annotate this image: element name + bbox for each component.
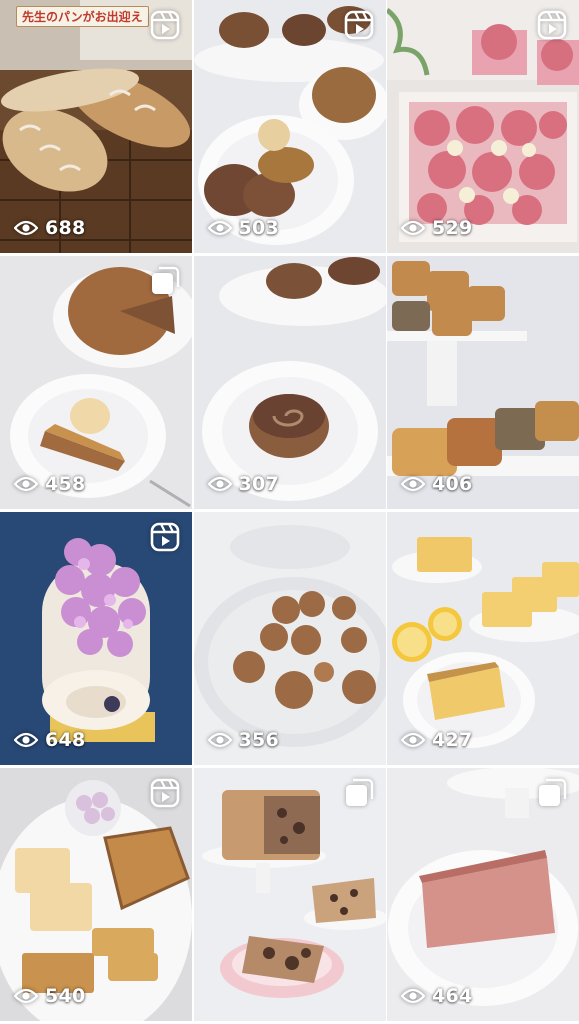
view-count: 427 <box>401 729 473 751</box>
eye-icon <box>14 732 38 748</box>
post-tile-10[interactable]: 540 <box>0 768 192 1021</box>
view-count-value: 356 <box>238 729 280 751</box>
post-image <box>193 512 386 765</box>
post-tile-1[interactable]: 先生のパンがお出迎え 688 <box>0 0 192 253</box>
reel-icon <box>537 10 567 40</box>
view-count-value: 307 <box>238 473 280 495</box>
view-count-value: 503 <box>238 217 280 239</box>
eye-icon <box>207 220 232 236</box>
post-tile-5[interactable]: 307 <box>193 256 386 509</box>
post-tile-8[interactable]: 356 <box>193 512 386 765</box>
eye-icon <box>401 732 425 748</box>
view-count-value: 458 <box>45 473 86 495</box>
eye-icon <box>207 476 232 492</box>
reel-icon <box>150 522 180 552</box>
carousel-icon <box>539 778 567 806</box>
post-caption: 先生のパンがお出迎え <box>16 6 149 27</box>
view-count: 406 <box>401 473 473 495</box>
view-count-value: 406 <box>432 473 473 495</box>
view-count-value: 529 <box>432 217 473 239</box>
eye-icon <box>401 988 425 1004</box>
post-grid: 先生のパンがお出迎え 688 503 529 458 307 406 648 3… <box>0 0 579 1024</box>
post-image <box>193 256 386 509</box>
view-count: 458 <box>14 473 86 495</box>
view-count-value: 688 <box>45 217 86 239</box>
post-tile-11[interactable] <box>193 768 386 1021</box>
view-count: 648 <box>14 729 86 751</box>
post-tile-6[interactable]: 406 <box>387 256 579 509</box>
view-count-value: 464 <box>432 985 473 1007</box>
view-count: 503 <box>207 217 280 239</box>
eye-icon <box>401 220 425 236</box>
view-count: 688 <box>14 217 86 239</box>
carousel-icon <box>345 778 373 806</box>
view-count-value: 648 <box>45 729 86 751</box>
view-count-value: 540 <box>45 985 86 1007</box>
reel-icon <box>150 10 180 40</box>
eye-icon <box>207 732 232 748</box>
reel-icon <box>150 778 180 808</box>
carousel-icon <box>152 266 180 294</box>
reel-icon <box>344 10 373 40</box>
view-count: 529 <box>401 217 473 239</box>
eye-icon <box>14 220 38 236</box>
post-image <box>387 512 579 765</box>
view-count: 540 <box>14 985 86 1007</box>
post-tile-7[interactable]: 648 <box>0 512 192 765</box>
post-tile-4[interactable]: 458 <box>0 256 192 509</box>
post-tile-12[interactable]: 464 <box>387 768 579 1021</box>
eye-icon <box>14 476 38 492</box>
view-count: 307 <box>207 473 280 495</box>
eye-icon <box>401 476 425 492</box>
view-count: 356 <box>207 729 280 751</box>
view-count-value: 427 <box>432 729 473 751</box>
post-image <box>387 256 579 509</box>
post-tile-3[interactable]: 529 <box>387 0 579 253</box>
eye-icon <box>14 988 38 1004</box>
post-tile-2[interactable]: 503 <box>193 0 386 253</box>
view-count: 464 <box>401 985 473 1007</box>
post-tile-9[interactable]: 427 <box>387 512 579 765</box>
